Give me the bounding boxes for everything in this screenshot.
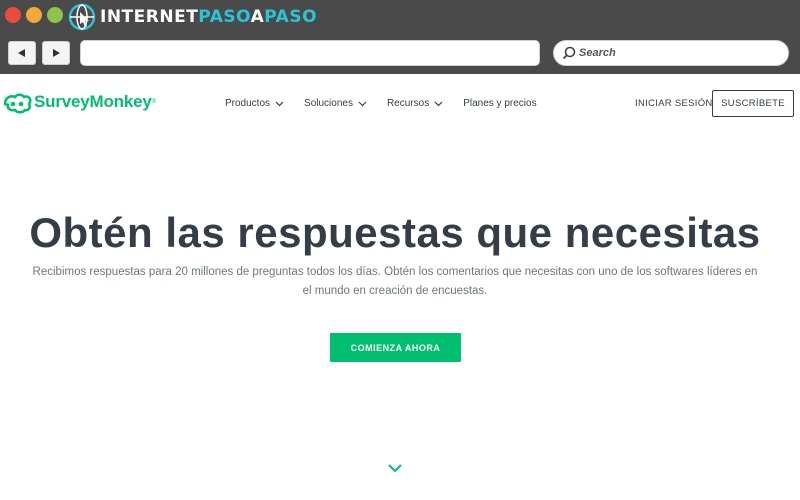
nav-item-productos[interactable]: Productos — [225, 98, 284, 109]
start-now-button[interactable]: COMIENZA AHORA — [330, 333, 461, 362]
internetpasoapaso-watermark: INTERNETPASOAPASO — [68, 3, 317, 31]
minimize-window-button[interactable] — [26, 7, 42, 23]
watermark-part-paso2: PASO — [264, 7, 318, 27]
watermark-text: INTERNETPASOAPASO — [100, 3, 317, 31]
signup-button[interactable]: SUSCRÍBETE — [712, 90, 794, 117]
window-titlebar: INTERNETPASOAPASO — [0, 0, 800, 34]
nav-label: Productos — [225, 98, 271, 109]
chevron-down-icon — [358, 101, 367, 106]
scroll-down-chevron-icon[interactable] — [387, 463, 403, 473]
search-icon — [562, 46, 576, 60]
nav-item-soluciones[interactable]: Soluciones — [304, 98, 367, 109]
browser-search-field[interactable]: Search — [553, 40, 789, 66]
maximize-window-button[interactable] — [47, 7, 63, 23]
watermark-part-a: A — [250, 7, 265, 27]
nav-label: Planes y precios — [463, 98, 537, 109]
watermark-part-internet: INTERNET — [100, 7, 199, 27]
surveymonkey-logo[interactable]: SurveyMonkey ® — [2, 90, 156, 114]
browser-toolbar: Search — [0, 34, 800, 74]
nav-item-recursos[interactable]: Recursos — [387, 98, 443, 109]
webpage-content: SurveyMonkey ® Productos Soluciones Recu… — [0, 74, 800, 500]
close-window-button[interactable] — [5, 7, 21, 23]
forward-button[interactable] — [42, 41, 70, 65]
main-nav: Productos Soluciones Recursos Planes y p… — [225, 98, 557, 109]
chevron-down-icon — [275, 101, 284, 106]
hero-subtitle-line2: el mundo en creación de encuestas. — [302, 285, 488, 297]
address-bar[interactable] — [80, 40, 540, 66]
login-link[interactable]: INICIAR SESIÓN — [635, 98, 713, 109]
triangle-left-icon — [18, 49, 25, 57]
monkey-logo-icon — [3, 93, 32, 114]
hero-subtitle: Recibimos respuestas para 20 millones de… — [20, 263, 770, 301]
nav-label: Recursos — [386, 98, 430, 109]
hero-title: Obtén las respuestas que necesitas — [29, 209, 761, 256]
chevron-down-icon — [434, 101, 443, 106]
nav-label: Soluciones — [304, 98, 353, 109]
back-button[interactable] — [8, 41, 36, 65]
logo-registered-mark: ® — [151, 99, 157, 105]
triangle-right-icon — [53, 49, 60, 57]
globe-cursor-icon — [68, 3, 96, 31]
site-header: SurveyMonkey ® Productos Soluciones Recu… — [0, 74, 800, 134]
logo-name: SurveyMonkey — [34, 92, 152, 111]
nav-item-planes[interactable]: Planes y precios — [463, 98, 536, 109]
watermark-part-paso: PASO — [198, 7, 251, 27]
search-placeholder: Search — [579, 47, 616, 59]
hero-subtitle-line1: Recibimos respuestas para 20 millones de… — [32, 266, 758, 278]
